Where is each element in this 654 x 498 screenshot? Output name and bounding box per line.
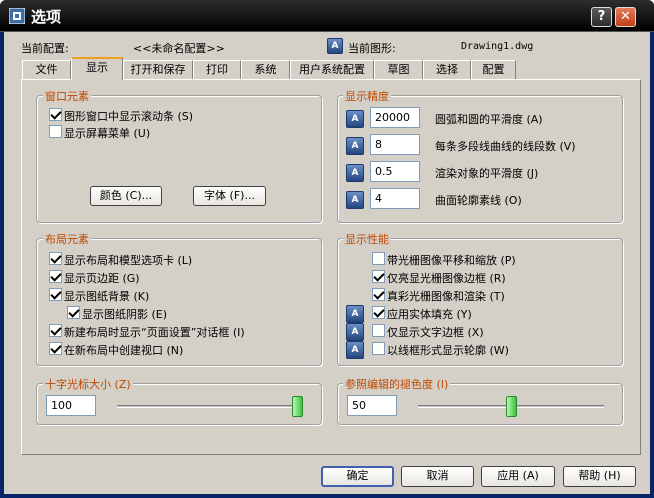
current-drawing-label: 当前图形: — [348, 42, 396, 55]
tab-selection[interactable]: 选择 — [423, 60, 471, 79]
tab-user-preferences[interactable]: 用户系统配置 — [290, 60, 374, 79]
screen-menu-label: 显示屏幕菜单 (U) — [64, 127, 151, 140]
scrollbars-label: 图形窗口中显示滚动条 (S) — [64, 110, 194, 123]
crosshair-size-title: 十字光标大小 (Z) — [43, 376, 133, 392]
tab-drafting[interactable]: 草图 — [374, 60, 423, 79]
apply-button[interactable]: 应用 (A) — [481, 466, 555, 487]
drawing-saved-icon: A — [346, 137, 364, 155]
solid-fill-label: 应用实体填充 (Y) — [387, 308, 472, 321]
printable-area-checkbox[interactable] — [49, 270, 62, 283]
arc-smoothness-label: 圆弧和圆的平滑度 (A) — [435, 113, 543, 126]
raster-frame-label: 仅亮显光栅图像边框 (R) — [387, 272, 506, 285]
scrollbars-checkbox[interactable] — [49, 108, 62, 121]
contour-lines-label: 曲面轮廓素线 (O) — [435, 194, 522, 207]
polyline-segments-label: 每条多段线曲线的线段数 (V) — [435, 140, 576, 153]
crosshair-size-input[interactable]: 100 — [46, 395, 96, 416]
xref-fade-input[interactable]: 50 — [347, 395, 397, 416]
create-viewport-label: 在新布局中创建视口 (N) — [64, 344, 184, 357]
raster-pan-zoom-label: 带光栅图像平移和缩放 (P) — [387, 254, 516, 267]
screen-menu-checkbox[interactable] — [49, 125, 62, 138]
silhouette-wireframe-label: 以线框形式显示轮廓 (W) — [387, 344, 509, 357]
current-profile-label: 当前配置: — [21, 42, 69, 55]
layout-model-tabs-checkbox[interactable] — [49, 252, 62, 265]
drawing-saved-icon: A — [346, 164, 364, 182]
raster-pan-zoom-checkbox[interactable] — [372, 252, 385, 265]
close-button[interactable]: ✕ — [615, 7, 636, 27]
window-elements-title: 窗口元素 — [43, 88, 91, 104]
current-drawing-value: Drawing1.dwg — [461, 41, 534, 52]
text-boundary-checkbox[interactable] — [372, 324, 385, 337]
crosshair-slider-thumb[interactable] — [292, 396, 303, 417]
raster-frame-checkbox[interactable] — [372, 270, 385, 283]
true-color-checkbox[interactable] — [372, 288, 385, 301]
paper-background-label: 显示图纸背景 (K) — [64, 290, 150, 303]
tab-open-save[interactable]: 打开和保存 — [123, 60, 193, 79]
create-viewport-checkbox[interactable] — [49, 342, 62, 355]
display-resolution-title: 显示精度 — [343, 88, 391, 104]
xref-fade-slider-thumb[interactable] — [505, 396, 517, 417]
arc-smoothness-input[interactable]: 20000 — [370, 107, 420, 128]
ok-button[interactable]: 确定 — [321, 466, 394, 487]
drawing-saved-icon: A — [346, 305, 364, 323]
current-profile-value: <<未命名配置>> — [133, 42, 225, 55]
help-title-button[interactable]: ? — [591, 7, 612, 27]
tab-profiles[interactable]: 配置 — [471, 60, 516, 79]
page-setup-dialog-checkbox[interactable] — [49, 324, 62, 337]
window-title: 选项 — [31, 8, 62, 26]
colors-button[interactable]: 颜色 (C)... — [90, 186, 162, 206]
tab-plot[interactable]: 打印 — [193, 60, 241, 79]
silhouette-wireframe-checkbox[interactable] — [372, 342, 385, 355]
drawing-saved-icon: A — [346, 341, 364, 359]
text-boundary-label: 仅显示文字边框 (X) — [387, 326, 484, 339]
true-color-label: 真彩光栅图像和渲染 (T) — [387, 290, 505, 303]
display-performance-title: 显示性能 — [343, 231, 391, 247]
paper-background-checkbox[interactable] — [49, 288, 62, 301]
title-bar[interactable]: 选项 ? ✕ — [0, 0, 654, 32]
cancel-button[interactable]: 取消 — [401, 466, 474, 487]
paper-shadow-checkbox[interactable] — [67, 306, 80, 319]
tab-system[interactable]: 系统 — [241, 60, 290, 79]
printable-area-label: 显示页边距 (G) — [64, 272, 140, 285]
solid-fill-checkbox[interactable] — [372, 306, 385, 319]
drawing-icon: A — [327, 38, 343, 54]
help-button[interactable]: 帮助 (H) — [563, 466, 636, 487]
tab-display[interactable]: 显示 — [71, 57, 123, 80]
rendered-smoothness-input[interactable]: 0.5 — [370, 161, 420, 182]
polyline-segments-input[interactable]: 8 — [370, 134, 420, 155]
drawing-saved-icon: A — [346, 323, 364, 341]
tab-files[interactable]: 文件 — [22, 60, 71, 79]
rendered-smoothness-label: 渲染对象的平滑度 (J) — [435, 167, 539, 180]
drawing-saved-icon: A — [346, 110, 364, 128]
layout-elements-title: 布局元素 — [43, 231, 91, 247]
fonts-button[interactable]: 字体 (F)... — [193, 186, 266, 206]
layout-model-tabs-label: 显示布局和模型选项卡 (L) — [64, 254, 193, 267]
page-setup-dialog-label: 新建布局时显示“页面设置”对话框 (I) — [64, 326, 245, 339]
contour-lines-input[interactable]: 4 — [370, 188, 420, 209]
drawing-saved-icon: A — [346, 191, 364, 209]
xref-fade-title: 参照编辑的褪色度 (I) — [343, 376, 451, 392]
paper-shadow-label: 显示图纸阴影 (E) — [82, 308, 168, 321]
autocad-app-icon — [9, 8, 25, 24]
crosshair-size-slider[interactable] — [117, 405, 303, 408]
